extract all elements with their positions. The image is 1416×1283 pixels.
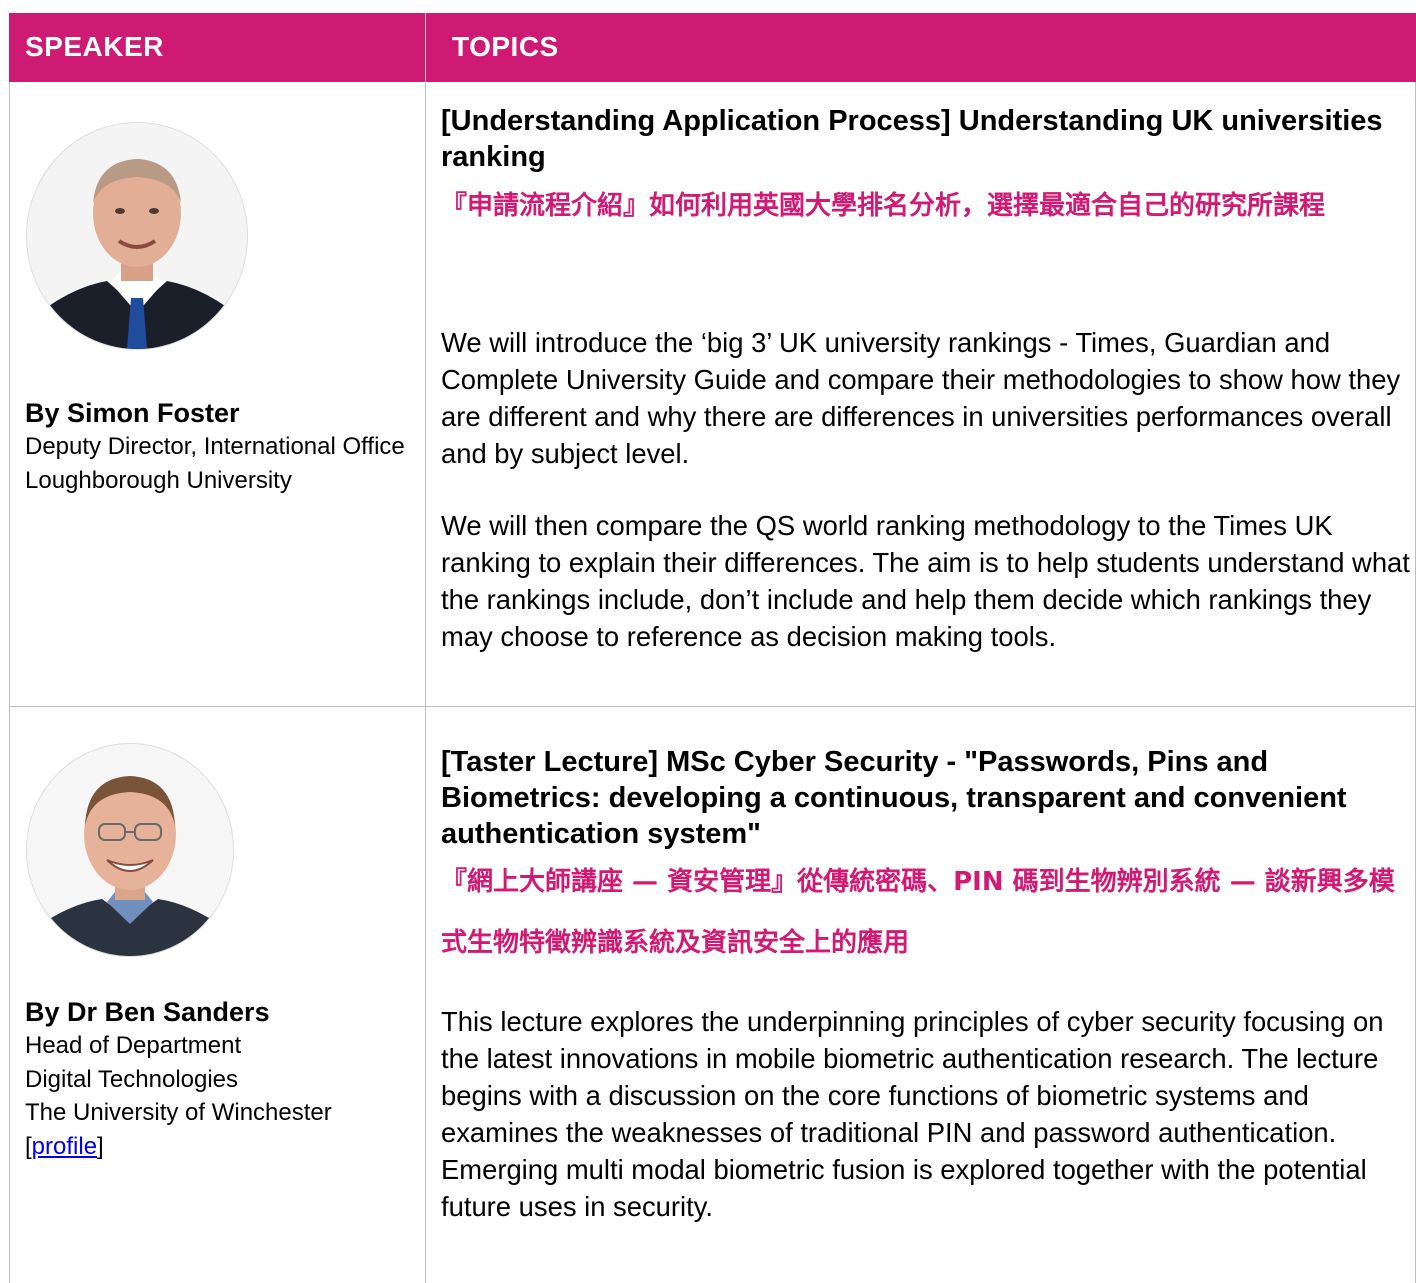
- speaker-photo-simon-foster: [26, 122, 248, 350]
- table-header: SPEAKER TOPICS: [9, 13, 1416, 82]
- row-divider: [9, 706, 1416, 707]
- topic-title-zh: 『網上大師講座 — 資安管理』從傳統密碼、PIN 碼到生物辨別系統 — 談新興多…: [441, 867, 1395, 958]
- speaker-info-simon-foster: By Simon Foster Deputy Director, Interna…: [25, 396, 420, 497]
- topic-description: We will then compare the QS world rankin…: [441, 510, 1410, 652]
- speaker-profile-line: [profile]: [25, 1130, 420, 1164]
- profile-link[interactable]: profile: [32, 1133, 97, 1160]
- speaker-role: Deputy Director, International Office: [25, 433, 405, 460]
- column-divider: [425, 13, 426, 1283]
- topic-description: We will introduce the ‘big 3’ UK univers…: [441, 327, 1401, 469]
- speaker-column-header: SPEAKER: [25, 31, 164, 62]
- speaker-photo-ben-sanders: [26, 743, 234, 957]
- speaker-institution: The University of Winchester: [25, 1099, 332, 1126]
- topics-column-header: TOPICS: [452, 31, 559, 62]
- topic-description: This lecture explores the underpinning p…: [441, 1006, 1384, 1222]
- speaker-name: By Dr Ben Sanders: [25, 997, 270, 1027]
- speaker-role: Head of Department: [25, 1032, 242, 1059]
- topic-title-en: [Understanding Application Process] Unde…: [441, 105, 1383, 173]
- topic-title-en: [Taster Lecture] MSc Cyber Security - "P…: [441, 746, 1347, 850]
- speakers-table: SPEAKER TOPICS By Simon Foster Deputy Di…: [9, 13, 1416, 1283]
- table-left-border: [9, 82, 10, 1283]
- bracket-close: ]: [97, 1132, 104, 1160]
- speaker-name: By Simon Foster: [25, 398, 240, 428]
- bracket-open: [: [25, 1132, 32, 1160]
- speaker-institution: Loughborough University: [25, 466, 292, 494]
- speaker-department: Digital Technologies: [25, 1065, 239, 1093]
- topic-title-zh: 『申請流程介紹』如何利用英國大學排名分析，選擇最適合自己的研究所課程: [441, 191, 1326, 221]
- speaker-info-ben-sanders: By Dr Ben Sanders Head of Department Dig…: [25, 995, 420, 1163]
